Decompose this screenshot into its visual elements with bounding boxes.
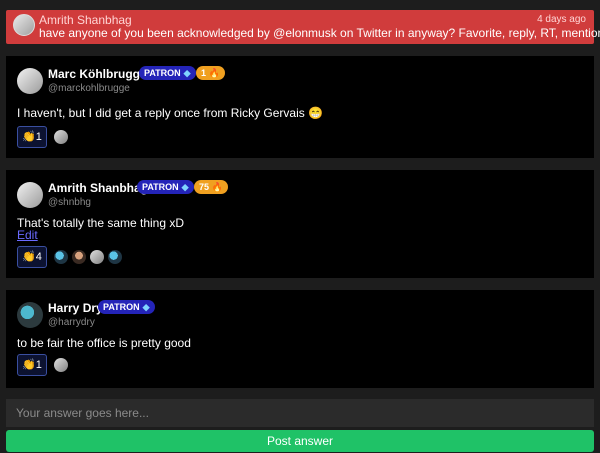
fire-icon: 🔥 — [208, 68, 220, 78]
question-time: 4 days ago — [537, 14, 586, 25]
clapper-avatar[interactable] — [90, 250, 104, 264]
answer-text: to be fair the office is pretty good — [17, 336, 191, 350]
avatar[interactable] — [13, 14, 35, 36]
diamond-icon: ◆ — [183, 68, 191, 78]
clapper-avatar[interactable] — [54, 250, 68, 264]
clap-button[interactable]: 👏4 — [17, 246, 47, 268]
patron-badge: PATRON ◆ — [139, 66, 196, 80]
patron-badge: PATRON ◆ — [98, 300, 155, 314]
question-author[interactable]: Amrith Shanbhag — [39, 13, 132, 27]
answer-text: That's totally the same thing xD — [17, 216, 185, 230]
post-answer-button[interactable]: Post answer — [6, 430, 594, 452]
clapper-avatar[interactable] — [108, 250, 122, 264]
answer-card: Harry Dry PATRON ◆ @harrydry to be fair t… — [6, 290, 594, 388]
clap-button[interactable]: 👏1 — [17, 126, 47, 148]
question-card: Amrith Shanbhag 4 days ago have anyone o… — [6, 10, 600, 44]
avatar[interactable] — [17, 68, 43, 94]
avatar[interactable] — [17, 182, 43, 208]
clap-icon: 👏 — [22, 251, 36, 263]
clap-icon: 👏 — [22, 131, 36, 143]
answer-author-name[interactable]: Marc Köhlbrugge — [48, 67, 147, 81]
avatar[interactable] — [17, 302, 43, 328]
answer-author-handle[interactable]: @shnbhg — [48, 197, 91, 208]
clap-button[interactable]: 👏1 — [17, 354, 47, 376]
streak-badge: 75 🔥 — [194, 180, 228, 194]
question-text: have anyone of you been acknowledged by … — [39, 26, 600, 40]
answer-author-handle[interactable]: @harrydry — [48, 317, 95, 328]
clapper-avatar[interactable] — [54, 358, 68, 372]
answer-card: Amrith Shanbhag PATRON ◆ 75 🔥 @shnbhg Tha… — [6, 170, 594, 278]
answer-text: I haven't, but I did get a reply once fr… — [17, 106, 324, 120]
clapper-avatar[interactable] — [72, 250, 86, 264]
clap-icon: 👏 — [22, 359, 36, 371]
edit-link[interactable]: Edit — [17, 228, 38, 242]
diamond-icon: ◆ — [142, 302, 150, 312]
answer-author-name[interactable]: Amrith Shanbhag — [48, 181, 148, 195]
diamond-icon: ◆ — [181, 182, 189, 192]
answer-author-name[interactable]: Harry Dry — [48, 301, 103, 315]
answer-input[interactable] — [6, 399, 594, 427]
patron-badge: PATRON ◆ — [137, 180, 194, 194]
fire-icon: 🔥 — [211, 182, 223, 192]
answer-card: Marc Köhlbrugge PATRON ◆ 1 🔥 @marckohlbru… — [6, 56, 594, 158]
answer-author-handle[interactable]: @marckohlbrugge — [48, 83, 130, 94]
streak-badge: 1 🔥 — [196, 66, 225, 80]
clapper-avatar[interactable] — [54, 130, 68, 144]
